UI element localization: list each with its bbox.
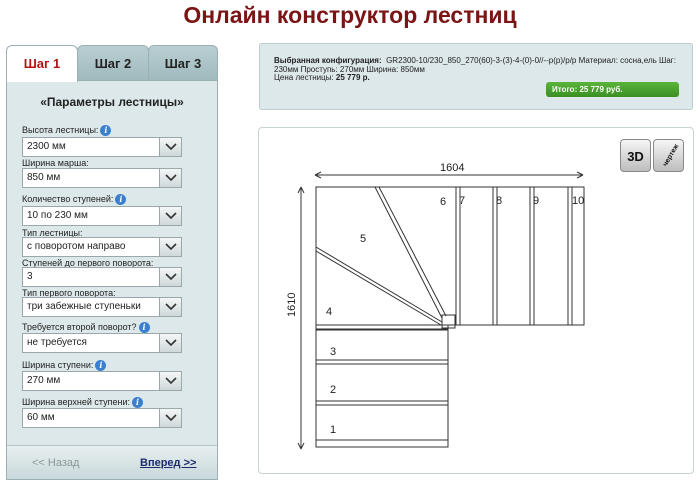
second-turn-select[interactable]: не требуется xyxy=(22,333,182,353)
tab-step-3[interactable]: Шаг 3 xyxy=(148,45,218,81)
tab-step-1[interactable]: Шаг 1 xyxy=(6,45,78,82)
chevron-down-icon xyxy=(159,409,181,427)
step-number-4: 4 xyxy=(326,306,332,318)
chevron-down-icon xyxy=(159,334,181,352)
width-dimension-label: 1604 xyxy=(440,162,464,174)
stair-plan-drawing: 1604 1610 1 2 3 4 5 6 7 8 9 10 xyxy=(286,162,585,450)
chevron-down-icon xyxy=(159,268,181,286)
step-number-5: 5 xyxy=(360,233,366,245)
panel-heading: «Параметры лестницы» xyxy=(40,95,184,109)
step-width-select[interactable]: 270 мм xyxy=(22,371,182,391)
first-turn-type-select[interactable]: три забежные ступеньки xyxy=(22,297,182,317)
info-icon[interactable]: i xyxy=(95,360,107,372)
chevron-down-icon xyxy=(159,169,181,187)
chevron-down-icon xyxy=(159,138,181,156)
step-number-3: 3 xyxy=(330,346,336,358)
stair-type-select[interactable]: с поворотом направо xyxy=(22,237,182,257)
step-number-6: 6 xyxy=(440,196,446,208)
configuration-text: Выбранная конфигурация: GR2300-10/230_85… xyxy=(274,56,676,82)
chevron-down-icon xyxy=(159,238,181,256)
field-label-second-turn: Требуется второй поворот? i xyxy=(22,322,150,334)
step-number-10: 10 xyxy=(572,195,584,207)
steps-count-select[interactable]: 10 по 230 мм xyxy=(22,206,182,226)
height-dimension-label: 1610 xyxy=(286,293,298,317)
field-label-height: Высота лестницы: i xyxy=(22,125,112,137)
upper-flight-outline xyxy=(315,186,585,326)
step-navigation: << Назад Вперед >> xyxy=(7,445,217,479)
tab-step-2[interactable]: Шаг 2 xyxy=(77,45,149,81)
step-number-2: 2 xyxy=(330,384,336,396)
step-number-8: 8 xyxy=(496,195,502,207)
field-label-step-width: Ширина ступени: i xyxy=(22,360,107,372)
field-label-width: Ширина марша: xyxy=(22,158,89,168)
winder-line xyxy=(374,186,443,319)
info-icon[interactable]: i xyxy=(131,397,143,409)
chevron-down-icon xyxy=(159,372,181,390)
total-price-badge: Итого: 25 779 руб. xyxy=(546,82,679,97)
next-link[interactable]: Вперед >> xyxy=(140,457,196,469)
back-link[interactable]: << Назад xyxy=(32,457,79,469)
info-icon[interactable]: i xyxy=(115,194,127,206)
chevron-down-icon xyxy=(159,298,181,316)
field-label-top-step: Ширина верхней ступени: i xyxy=(22,397,143,409)
step-number-7: 7 xyxy=(459,195,465,207)
top-step-width-select[interactable]: 60 мм xyxy=(22,408,182,428)
3d-view-button[interactable]: 3D xyxy=(620,139,651,172)
height-select[interactable]: 2300 мм xyxy=(22,137,182,157)
drawing-view-button[interactable]: чертеж xyxy=(653,139,684,172)
drawing-view-label: чертеж xyxy=(662,143,681,168)
chevron-down-icon xyxy=(159,207,181,225)
page-title: Онлайн конструктор лестниц xyxy=(183,2,517,28)
steps-before-turn-select[interactable]: 3 xyxy=(22,267,182,287)
configuration-summary: Выбранная конфигурация: GR2300-10/230_85… xyxy=(259,43,693,110)
step-tabs: Шаг 1 Шаг 2 Шаг 3 xyxy=(6,45,218,82)
march-width-select[interactable]: 850 мм xyxy=(22,168,182,188)
info-icon[interactable]: i xyxy=(138,322,150,334)
step-number-9: 9 xyxy=(533,195,539,207)
parameters-panel: «Параметры лестницы» Высота лестницы: i 2… xyxy=(6,80,218,480)
step-number-1: 1 xyxy=(330,424,336,436)
field-label-steps: Количество ступеней: i xyxy=(22,194,127,206)
info-icon[interactable]: i xyxy=(100,125,112,137)
